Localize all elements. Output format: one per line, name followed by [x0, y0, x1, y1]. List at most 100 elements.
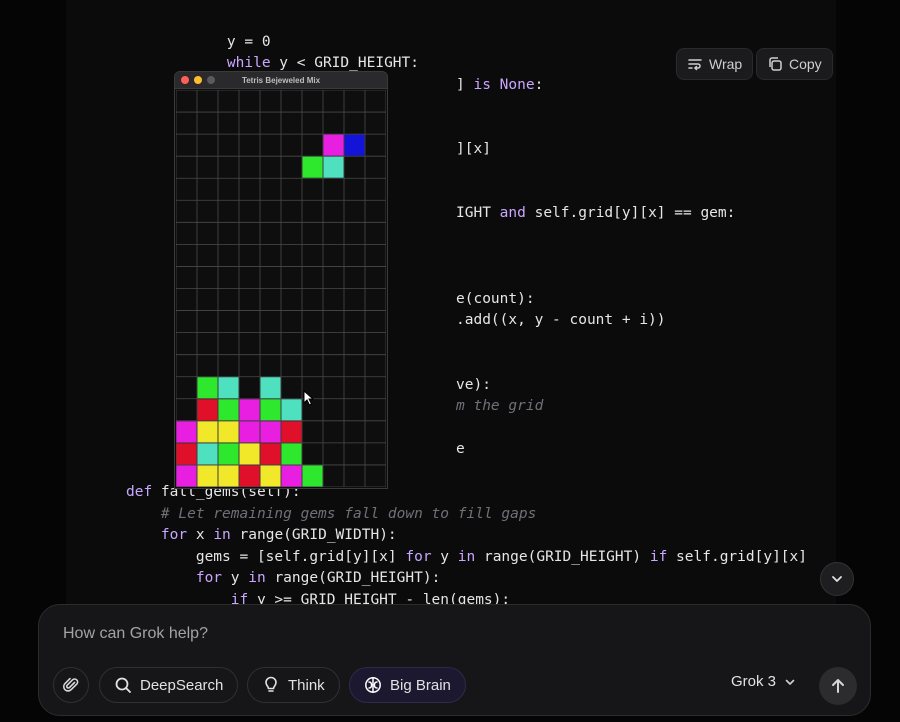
code-token: e(count):: [456, 291, 535, 307]
code-token: in: [248, 570, 266, 586]
wrap-label: Wrap: [709, 56, 743, 72]
search-icon: [115, 677, 131, 693]
close-window-button[interactable]: [181, 76, 189, 84]
gem-cell: [176, 465, 197, 487]
code-token: range(GRID_WIDTH):: [230, 527, 397, 543]
code-line: e: [456, 439, 465, 459]
big-brain-button[interactable]: Big Brain: [349, 667, 466, 703]
code-line: ve):: [456, 375, 491, 395]
gem-cell: [260, 377, 281, 399]
composer: DeepSearch Think Big Brain Grok 3: [38, 604, 871, 716]
gem-cell: [218, 399, 239, 421]
prompt-input[interactable]: [63, 625, 763, 643]
gem-cell: [176, 421, 197, 443]
code-token: x: [187, 527, 214, 543]
gem-cell: [176, 443, 197, 465]
gem-cell: [239, 465, 260, 487]
code-token: for: [195, 570, 223, 586]
model-label: Grok 3: [731, 673, 777, 690]
code-line: e(count):: [456, 289, 535, 309]
gem-cell: [323, 156, 344, 178]
game-board[interactable]: [176, 90, 386, 487]
copy-label: Copy: [789, 56, 822, 72]
code-token: y: [431, 549, 458, 565]
gem-cell: [218, 421, 239, 443]
wrap-icon: [688, 59, 702, 71]
gem-cell: [197, 399, 218, 421]
code-line: ] is None:: [456, 75, 543, 95]
code-token: y: [222, 570, 249, 586]
code-token: is None: [473, 77, 535, 93]
code-line: for x in range(GRID_WIDTH):: [126, 525, 397, 545]
think-label: Think: [288, 676, 325, 694]
code-line: for y in range(GRID_HEIGHT):: [126, 568, 440, 588]
attach-button[interactable]: [53, 667, 89, 703]
game-window[interactable]: Tetris Bejeweled Mix: [174, 71, 388, 489]
code-token: y < GRID_HEIGHT:: [270, 55, 419, 71]
window-titlebar[interactable]: Tetris Bejeweled Mix: [175, 72, 387, 89]
chevron-down-icon: [785, 679, 795, 685]
code-token: and: [499, 205, 526, 221]
zoom-window-button[interactable]: [207, 76, 215, 84]
paperclip-icon: [62, 677, 79, 692]
code-token: ]: [456, 77, 474, 93]
model-select[interactable]: Grok 3: [731, 673, 796, 690]
code-token: if: [649, 549, 668, 565]
code-token: e: [456, 441, 465, 457]
gem-cell: [260, 443, 281, 465]
lightbulb-icon: [265, 676, 277, 692]
code-line: .add((x, y - count + i)): [456, 310, 666, 330]
gem-cell: [323, 134, 344, 156]
gem-cell: [218, 443, 239, 465]
code-line: ][x]: [456, 139, 491, 159]
gem-cell: [197, 421, 218, 443]
think-button[interactable]: Think: [247, 667, 340, 703]
wrap-button[interactable]: Wrap: [676, 48, 754, 80]
code-token: ][x]: [456, 141, 491, 157]
send-button[interactable]: [819, 667, 857, 705]
gem-cell: [260, 465, 281, 487]
code-line: gems = [self.grid[y][x] for y in range(G…: [126, 547, 807, 567]
code-line: y = 0: [192, 32, 271, 52]
gem-cell: [239, 399, 260, 421]
code-token: y = 0: [192, 34, 271, 50]
copy-button[interactable]: Copy: [756, 48, 833, 80]
deepsearch-label: DeepSearch: [140, 676, 224, 694]
code-token: ve):: [456, 377, 491, 393]
mouse-cursor-icon: [303, 390, 315, 406]
code-token: while: [226, 55, 271, 71]
code-token: def: [126, 484, 153, 500]
code-token: range(GRID_HEIGHT):: [265, 570, 441, 586]
gem-cell: [281, 443, 302, 465]
code-token: in: [213, 527, 231, 543]
deepsearch-button[interactable]: DeepSearch: [99, 667, 239, 703]
code-line: while y < GRID_HEIGHT:: [192, 53, 419, 73]
gem-cell: [197, 443, 218, 465]
big-brain-label: Big Brain: [390, 676, 451, 694]
gem-cell: [197, 465, 218, 487]
gem-cell: [260, 399, 281, 421]
code-line: m the grid: [456, 396, 543, 416]
code-token: self.grid[y][x]: [667, 549, 807, 565]
gem-cell: [281, 399, 302, 421]
code-token: :: [534, 77, 544, 93]
gem-cell: [302, 156, 323, 178]
minimize-window-button[interactable]: [194, 76, 202, 84]
gem-cell: [239, 421, 260, 443]
code-token: m the grid: [456, 398, 544, 414]
code-token: .add((x, y - count + i)): [456, 312, 666, 328]
code-line: # Let remaining gems fall down to fill g…: [126, 504, 536, 524]
gem-cell: [302, 465, 323, 487]
code-token: for: [160, 527, 188, 543]
arrow-up-icon: [832, 679, 844, 693]
code-token: gems = [self.grid[y][x]: [126, 549, 406, 565]
gem-cell: [344, 134, 365, 156]
scroll-down-button[interactable]: [820, 562, 854, 596]
gem-cell: [281, 421, 302, 443]
code-token: self.grid[y][x] == gem:: [525, 205, 736, 221]
gem-cell: [239, 443, 260, 465]
code-token: in: [457, 549, 476, 565]
